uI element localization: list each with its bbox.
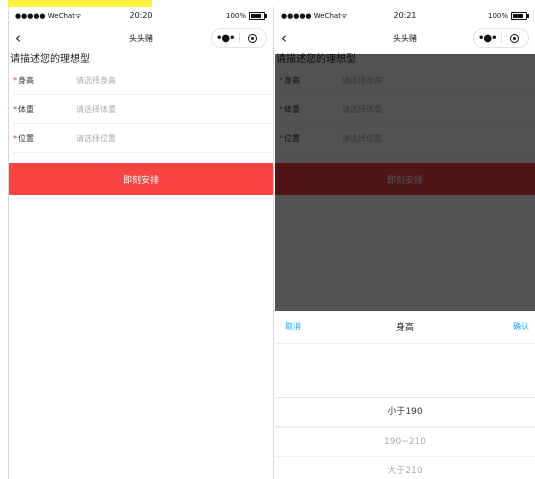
battery-indicator: 100% (488, 12, 529, 20)
form-heading: 请描述您的理想型 (10, 54, 90, 65)
phone-screen-form: ●●●●● WeChatᯤ 20:20 100% ‹ 头头赌 •●• 请描述您的… (8, 7, 274, 479)
field-label: 身高 (18, 75, 34, 85)
status-bar: ●●●●● WeChatᯤ 20:20 100% (9, 7, 273, 25)
status-bar: ●●●●● WeChatᯤ 20:21 100% (275, 7, 535, 25)
battery-icon (511, 12, 529, 20)
field-height[interactable]: * 身高 请选择身高 (13, 66, 273, 95)
picker-option[interactable]: 190~210 (275, 427, 535, 456)
nav-bar: ‹ 头头赌 •●• (275, 25, 535, 53)
battery-indicator: 100% (226, 12, 267, 20)
field-placeholder[interactable]: 请选择体重 (76, 104, 116, 115)
target-icon (510, 33, 520, 43)
close-miniprogram-button[interactable] (240, 33, 267, 43)
phone-screen-picker: ●●●●● WeChatᯤ 20:21 100% ‹ 头头赌 •●• 请描述您的… (275, 7, 535, 479)
picker-option[interactable]: 大于210 (275, 456, 535, 479)
field-placeholder[interactable]: 请选择位置 (76, 133, 116, 144)
target-icon (248, 33, 258, 43)
capsule-menu: •●• (473, 28, 529, 48)
more-icon[interactable]: •●• (474, 33, 501, 44)
battery-icon (249, 12, 267, 20)
height-picker: 取消 身高 确认 小于190 190~210 大于210 (275, 311, 535, 479)
picker-confirm-button[interactable]: 确认 (513, 321, 529, 332)
picker-title: 身高 (395, 323, 414, 333)
picker-option[interactable]: 小于190 (275, 397, 535, 427)
highlight-marker (8, 0, 152, 7)
submit-button[interactable]: 即刻安排 (9, 163, 273, 195)
field-placeholder[interactable]: 请选择身高 (76, 75, 116, 86)
capsule-menu: •●• (211, 28, 267, 48)
close-miniprogram-button[interactable] (502, 33, 529, 43)
picker-options[interactable]: 小于190 190~210 大于210 (275, 397, 535, 479)
nav-bar: ‹ 头头赌 •●• (9, 25, 273, 53)
modal-overlay[interactable] (275, 54, 535, 311)
field-label: 体重 (18, 104, 34, 114)
field-weight[interactable]: * 体重 请选择体重 (13, 95, 273, 124)
field-location[interactable]: * 位置 请选择位置 (13, 124, 273, 153)
picker-toolbar: 取消 身高 确认 (275, 311, 535, 344)
more-icon[interactable]: •●• (212, 33, 239, 44)
field-label: 位置 (18, 133, 34, 143)
